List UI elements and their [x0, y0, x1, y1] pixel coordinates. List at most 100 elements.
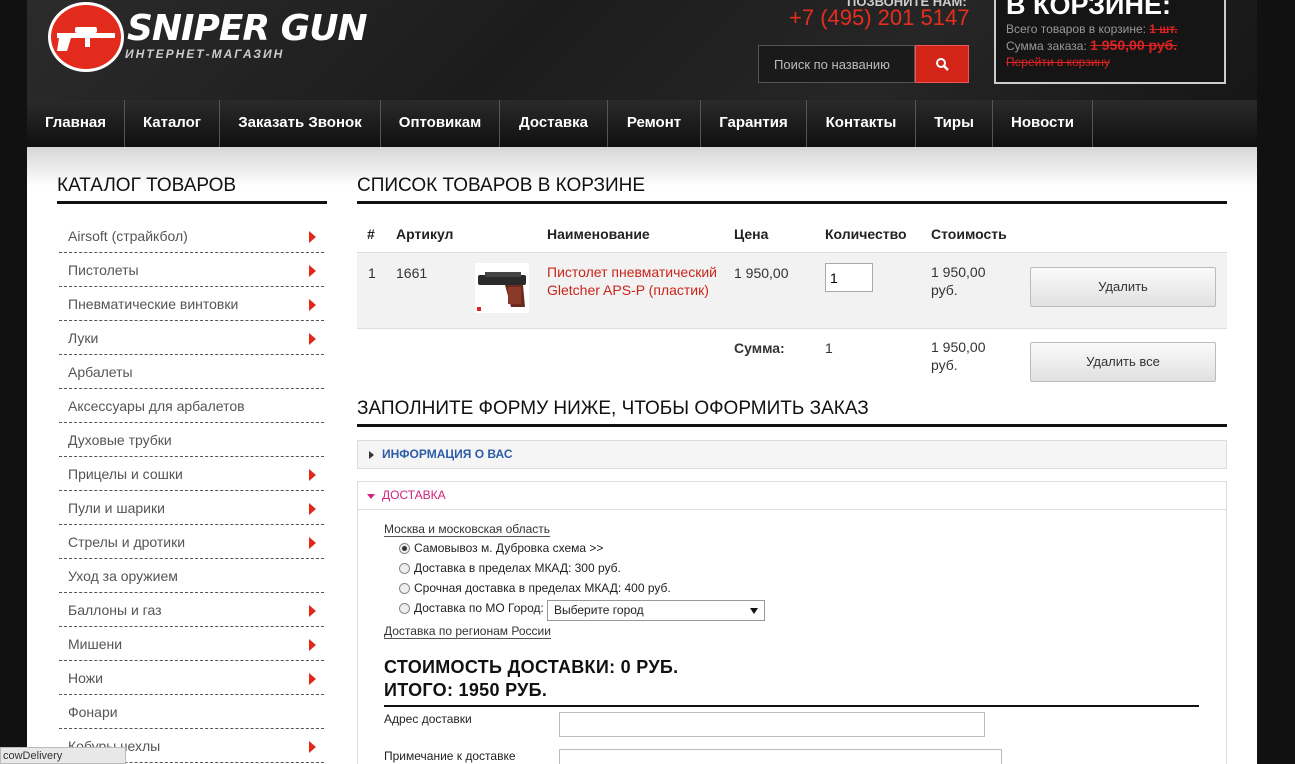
search-input[interactable] — [758, 45, 915, 83]
arrow-right-icon — [309, 231, 316, 243]
nav-item[interactable]: Доставка — [500, 100, 608, 147]
sidebar-title: КАТАЛОГ ТОВАРОВ — [57, 175, 237, 196]
sidebar-item[interactable]: Ножи — [59, 661, 324, 695]
sidebar-item[interactable]: Airsoft (страйкбол) — [59, 219, 324, 253]
nav-item[interactable]: Тиры — [916, 100, 993, 147]
delivery-option-label: Доставка в пределах МКАД: 300 руб. — [414, 561, 621, 575]
sidebar-item[interactable]: Пистолеты — [59, 253, 324, 287]
russia-regions-link[interactable]: Доставка по регионам России — [384, 625, 551, 639]
row-cost: 1 950,00 руб. — [931, 264, 986, 298]
delivery-option[interactable]: Доставка в пределах МКАД: 300 руб. — [399, 561, 621, 575]
col-name: Наименование — [547, 226, 650, 242]
address-input[interactable] — [559, 712, 985, 737]
product-name-link[interactable]: Пистолет пневматический Gletcher APS-P (… — [547, 263, 719, 299]
sidebar-item-label: Пистолеты — [68, 262, 139, 278]
sidebar-item-label: Ножи — [68, 670, 103, 686]
arrow-right-icon — [309, 639, 316, 651]
sidebar-item-label: Пули и шарики — [68, 500, 165, 516]
arrow-right-icon — [309, 299, 316, 311]
arrow-right-icon — [309, 469, 316, 481]
sidebar-item[interactable]: Мишени — [59, 627, 324, 661]
delivery-option[interactable]: Самовывоз м. Дубровка схема >> — [399, 541, 603, 555]
mini-cart: В КОРЗИНЕ: Всего товаров в корзине: 1 шт… — [994, 0, 1226, 84]
col-price: Цена — [734, 226, 769, 242]
sidebar-item-label: Духовые трубки — [68, 432, 172, 448]
delivery-option-radio[interactable] — [399, 602, 410, 614]
arrow-right-icon — [309, 673, 316, 685]
accordion-about-you-label: ИНФОРМАЦИЯ О ВАС — [382, 447, 513, 461]
delivery-option-label: Доставка по МО Город: — [414, 601, 544, 615]
sum-cost: 1 950,00 руб. — [931, 339, 986, 373]
row-article: 1661 — [396, 265, 428, 281]
sidebar-catalog-list: Airsoft (страйкбол) Пистолеты Пневматическ… — [59, 219, 324, 763]
nav-item[interactable]: Главная — [27, 100, 125, 147]
mini-cart-title: В КОРЗИНЕ: — [1006, 0, 1171, 20]
arrow-right-icon — [309, 333, 316, 345]
delete-item-button[interactable]: Удалить — [1030, 267, 1216, 307]
nav-item[interactable]: Ремонт — [608, 100, 701, 147]
order-form-divider — [357, 424, 1227, 427]
delivery-option-label: Самовывоз м. Дубровка схема >> — [414, 541, 604, 555]
go-to-cart-link[interactable]: Перейти в корзину — [1006, 55, 1214, 69]
chevron-right-icon — [369, 451, 374, 459]
moscow-region-link[interactable]: Москва и московская область — [384, 523, 551, 537]
sidebar-item[interactable]: Аксессуары для арбалетов — [59, 389, 324, 423]
search-button[interactable] — [915, 45, 969, 83]
sidebar-item[interactable]: Баллоны и газ — [59, 593, 324, 627]
delivery-note-input[interactable] — [559, 749, 1002, 764]
arrow-right-icon — [309, 741, 316, 753]
cart-sum-row: Сумма: 1 1 950,00 руб. Удалить все — [357, 328, 1227, 388]
sum-label: Сумма: — [734, 340, 785, 356]
site-header: SNIPER GUN ИНТЕРНЕТ-МАГАЗИН ПОЗВОНИТЕ НА… — [27, 0, 1257, 100]
logo-title[interactable]: SNIPER GUN — [127, 8, 368, 49]
main-nav: Главная Каталог Заказать Звонок Оптовикам До… — [27, 100, 1257, 147]
sidebar-item-label: Airsoft (страйкбол) — [68, 228, 188, 244]
delivery-option-radio[interactable] — [399, 542, 410, 554]
sidebar-item[interactable]: Арбалеты — [59, 355, 324, 389]
order-total: ИТОГО: 1950 РУБ. — [384, 680, 548, 700]
delivery-option-radio[interactable] — [399, 582, 410, 594]
accordion-delivery[interactable]: ДОСТАВКА — [357, 481, 1227, 510]
nav-item[interactable]: Гарантия — [701, 100, 807, 147]
accordion-about-you[interactable]: ИНФОРМАЦИЯ О ВАС — [357, 440, 1227, 469]
sum-qty: 1 — [825, 340, 833, 356]
sidebar-item[interactable]: Пневматические винтовки — [59, 287, 324, 321]
nav-item[interactable]: Оптовикам — [381, 100, 500, 147]
mini-cart-items-label: Всего товаров в корзине: — [1006, 22, 1146, 36]
delivery-option-radio[interactable] — [399, 562, 410, 574]
nav-item[interactable]: Заказать Звонок — [220, 100, 381, 147]
sidebar-item[interactable]: Луки — [59, 321, 324, 355]
nav-item[interactable]: Контакты — [807, 100, 916, 147]
sidebar-item-label: Фонари — [68, 704, 118, 720]
sidebar-item[interactable]: Стрелы и дротики — [59, 525, 324, 559]
sidebar-item-label: Баллоны и газ — [68, 602, 162, 618]
nav-item[interactable]: Каталог — [125, 100, 220, 147]
city-select[interactable]: Выберите город — [547, 600, 765, 621]
col-num: # — [367, 226, 375, 242]
sidebar-item-label: Пневматические винтовки — [68, 296, 239, 312]
sidebar-item[interactable]: Фонари — [59, 695, 324, 729]
sidebar-item[interactable]: Прицелы и сошки — [59, 457, 324, 491]
sidebar-item-label: Мишени — [68, 636, 123, 652]
sidebar-item[interactable]: Пули и шарики — [59, 491, 324, 525]
delivery-option[interactable]: Доставка по МО Город: — [399, 601, 544, 615]
arrow-right-icon — [309, 503, 316, 515]
nav-item[interactable]: Новости — [993, 100, 1093, 147]
logo-icon[interactable] — [48, 2, 124, 72]
quantity-input[interactable] — [825, 263, 873, 292]
delete-all-button[interactable]: Удалить все — [1030, 342, 1216, 382]
mini-cart-items-value: 1 шт. — [1149, 22, 1178, 36]
sidebar-item-label: Уход за оружием — [68, 568, 178, 584]
col-qty: Количество — [825, 226, 907, 242]
sidebar-item[interactable]: Уход за оружием — [59, 559, 324, 593]
arrow-right-icon — [309, 605, 316, 617]
delivery-note-label: Примечание к доставке — [384, 749, 516, 763]
cart-list-divider — [357, 201, 1227, 204]
delivery-option[interactable]: Срочная доставка в пределах МКАД: 400 ру… — [399, 581, 671, 595]
order-form-title: ЗАПОЛНИТЕ ФОРМУ НИЖЕ, ЧТОБЫ ОФОРМИТЬ ЗАК… — [357, 398, 869, 419]
sidebar-item[interactable]: Духовые трубки — [59, 423, 324, 457]
arrow-right-icon — [309, 537, 316, 549]
dropdown-arrow-icon — [750, 608, 758, 614]
phone-number[interactable]: +7 (495) 201 5147 — [789, 5, 969, 31]
product-thumbnail[interactable] — [475, 263, 529, 316]
